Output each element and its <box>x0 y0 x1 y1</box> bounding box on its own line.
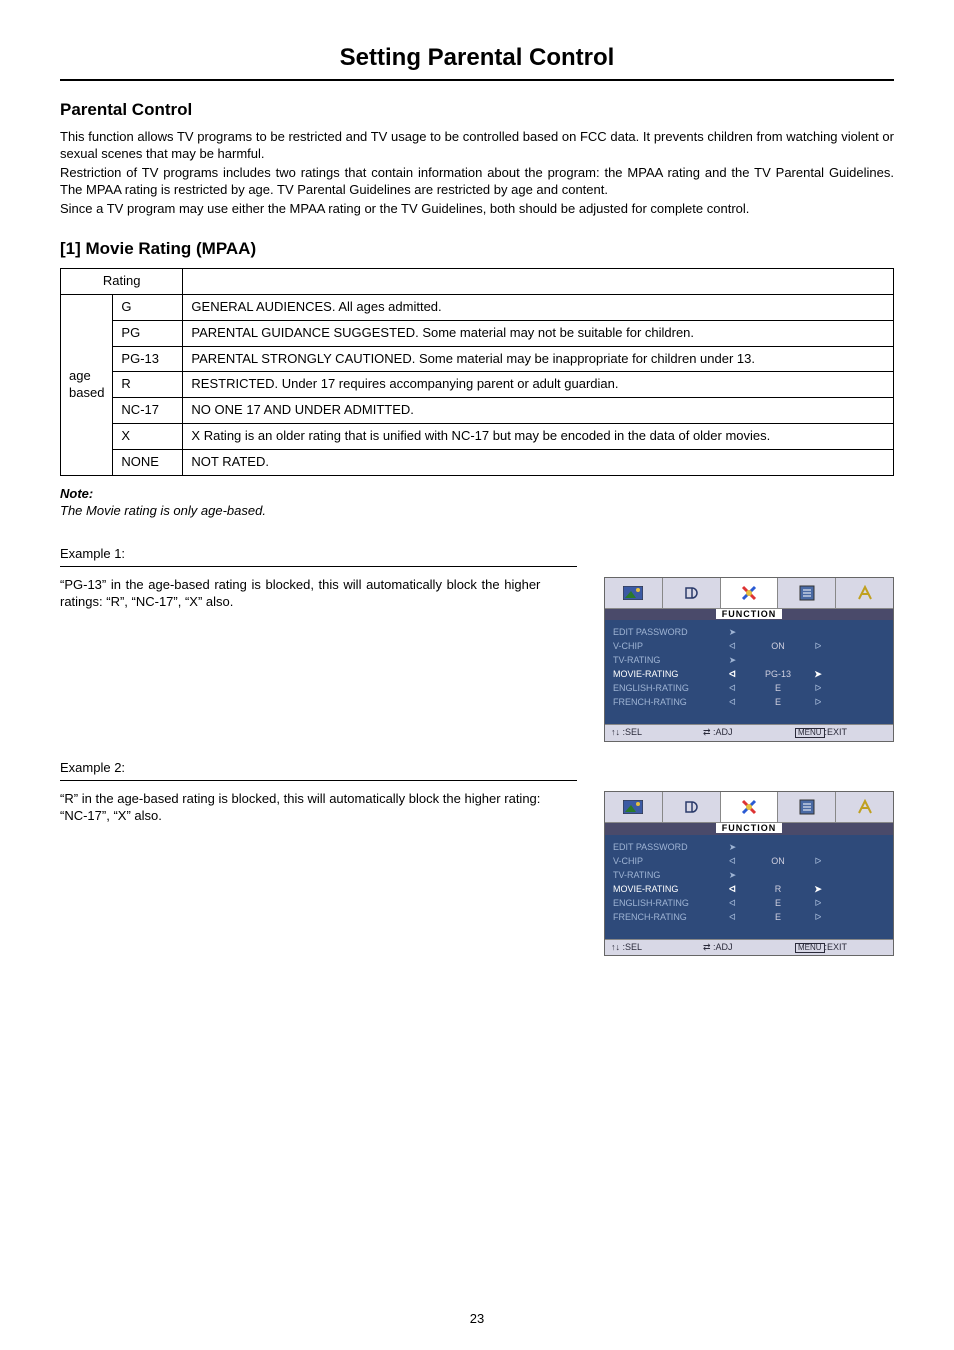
function-label: FUNCTION <box>605 823 893 835</box>
osd-item-tvrating: TV-RATING <box>613 655 713 667</box>
osd-foot-sel: ↑↓ :SEL <box>611 942 703 954</box>
osd-item-vchip: V-CHIP <box>613 641 713 653</box>
audio-tab-icon <box>663 792 721 822</box>
page-title: Setting Parental Control <box>60 42 894 79</box>
rating-desc: RESTRICTED. Under 17 requires accompanyi… <box>183 372 894 398</box>
rating-table: Rating age based G GENERAL AUDIENCES. Al… <box>60 268 894 476</box>
osd-item-movierating: MOVIE-RATING <box>613 884 713 896</box>
osd-movie-value: PG-13 <box>753 669 803 681</box>
antenna-tab-icon <box>836 578 893 608</box>
intro-text: This function allows TV programs to be r… <box>60 129 894 217</box>
rating-code: NC-17 <box>113 398 183 424</box>
osd-foot-menu: MENU:EXIT <box>795 942 887 954</box>
example1-heading: Example 1: <box>60 546 894 563</box>
table-row: PG-13 PARENTAL STRONGLY CAUTIONED. Some … <box>61 346 894 372</box>
osd-tabbar <box>605 792 893 823</box>
osd-item-movierating: MOVIE-RATING <box>613 669 713 681</box>
osd-body: EDIT PASSWORD➤ V-CHIPᐊONᐅ TV-RATING➤ MOV… <box>605 620 893 724</box>
osd-item-vchip: V-CHIP <box>613 856 713 868</box>
movie-rating-heading: [1] Movie Rating (MPAA) <box>60 238 894 260</box>
rating-code: X <box>113 424 183 450</box>
osd-body: EDIT PASSWORD➤ V-CHIPᐊONᐅ TV-RATING➤ MOV… <box>605 835 893 939</box>
rating-header-cell: Rating <box>61 268 183 294</box>
picture-tab-icon <box>605 578 663 608</box>
intro-p2: Restriction of TV programs includes two … <box>60 165 894 199</box>
parental-control-heading: Parental Control <box>60 99 894 121</box>
osd-item-english: ENGLISH-RATING <box>613 898 713 910</box>
rating-desc: PARENTAL STRONGLY CAUTIONED. Some materi… <box>183 346 894 372</box>
example2-rule <box>60 780 577 781</box>
table-row: X X Rating is an older rating that is un… <box>61 424 894 450</box>
intro-p1: This function allows TV programs to be r… <box>60 129 894 163</box>
function-tab-icon <box>721 792 779 822</box>
title-rule <box>60 79 894 81</box>
osd-item-tvrating: TV-RATING <box>613 870 713 882</box>
osd-item-english: ENGLISH-RATING <box>613 683 713 695</box>
note-heading: Note: <box>60 486 894 503</box>
osd-movie-value: R <box>753 884 803 896</box>
table-row: PG PARENTAL GUIDANCE SUGGESTED. Some mat… <box>61 320 894 346</box>
example2-heading: Example 2: <box>60 760 894 777</box>
note-body: The Movie rating is only age-based. <box>60 503 894 520</box>
list-tab-icon <box>778 792 836 822</box>
example1-rule <box>60 566 577 567</box>
rating-desc: NO ONE 17 AND UNDER ADMITTED. <box>183 398 894 424</box>
table-row: NC-17 NO ONE 17 AND UNDER ADMITTED. <box>61 398 894 424</box>
note-block: Note: The Movie rating is only age-based… <box>60 486 894 520</box>
rating-code: NONE <box>113 450 183 476</box>
osd-item-french: FRENCH-RATING <box>613 912 713 924</box>
function-label: FUNCTION <box>605 609 893 621</box>
audio-tab-icon <box>663 578 721 608</box>
rating-desc: NOT RATED. <box>183 450 894 476</box>
rating-code: PG-13 <box>113 346 183 372</box>
rating-code: G <box>113 294 183 320</box>
osd-item-edit-password: EDIT PASSWORD <box>613 627 713 639</box>
osd-item-edit-password: EDIT PASSWORD <box>613 842 713 854</box>
rating-desc: X Rating is an older rating that is unif… <box>183 424 894 450</box>
table-row: age based G GENERAL AUDIENCES. All ages … <box>61 294 894 320</box>
osd-foot-sel: ↑↓ :SEL <box>611 727 703 739</box>
rating-code: R <box>113 372 183 398</box>
table-row: NONE NOT RATED. <box>61 450 894 476</box>
osd-foot-adj: ⇄ :ADJ <box>703 942 795 954</box>
function-tab-icon <box>721 578 779 608</box>
osd-foot-menu: MENU:EXIT <box>795 727 887 739</box>
osd-tabbar <box>605 578 893 609</box>
example1-body: “PG-13” in the age-based rating is block… <box>60 577 560 611</box>
page-number: 23 <box>0 1311 954 1328</box>
osd-panel-2: FUNCTION EDIT PASSWORD➤ V-CHIPᐊONᐅ TV-RA… <box>604 791 894 956</box>
example2-body: “R” in the age-based rating is blocked, … <box>60 791 560 825</box>
rating-code: PG <box>113 320 183 346</box>
table-row: R RESTRICTED. Under 17 requires accompan… <box>61 372 894 398</box>
picture-tab-icon <box>605 792 663 822</box>
osd-panel-1: FUNCTION EDIT PASSWORD➤ V-CHIPᐊONᐅ TV-RA… <box>604 577 894 742</box>
intro-p3: Since a TV program may use either the MP… <box>60 201 894 218</box>
osd-foot-adj: ⇄ :ADJ <box>703 727 795 739</box>
osd-footer: ↑↓ :SEL ⇄ :ADJ MENU:EXIT <box>605 724 893 741</box>
list-tab-icon <box>778 578 836 608</box>
antenna-tab-icon <box>836 792 893 822</box>
rating-desc: PARENTAL GUIDANCE SUGGESTED. Some materi… <box>183 320 894 346</box>
age-based-cell: age based <box>61 294 113 475</box>
rating-header-empty <box>183 268 894 294</box>
rating-desc: GENERAL AUDIENCES. All ages admitted. <box>183 294 894 320</box>
osd-item-french: FRENCH-RATING <box>613 697 713 709</box>
osd-footer: ↑↓ :SEL ⇄ :ADJ MENU:EXIT <box>605 939 893 956</box>
